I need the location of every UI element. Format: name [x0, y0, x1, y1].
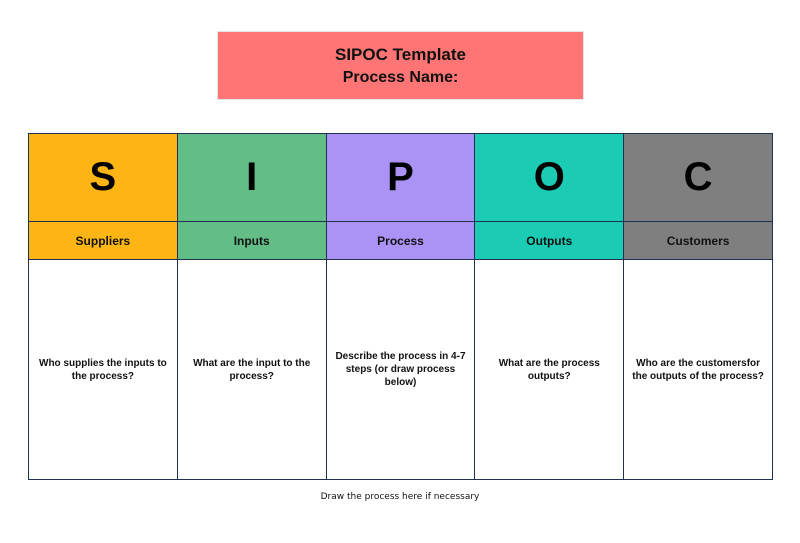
letter-cell-outputs[interactable]: O [474, 133, 625, 222]
process-name-label: Process Name: [342, 69, 459, 86]
label-cell-suppliers[interactable]: Suppliers [28, 221, 178, 260]
label-cell-process[interactable]: Process [325, 221, 476, 260]
label-cell-customers[interactable]: Customers [623, 221, 773, 260]
question-cell-process[interactable]: Describe the process in 4-7 steps (or dr… [325, 259, 476, 480]
template-title: SIPOC Template [335, 45, 466, 64]
draw-process-note: Draw the process here if necessary [320, 492, 480, 502]
letter-cell-process[interactable]: P [325, 133, 476, 222]
questions-row: Who supplies the inputs to the process? … [28, 259, 773, 480]
label-cell-inputs[interactable]: Inputs [176, 221, 327, 260]
question-cell-suppliers[interactable]: Who supplies the inputs to the process? [28, 259, 178, 480]
title-box: SIPOC Template Process Name: [217, 31, 584, 100]
label-cell-outputs[interactable]: Outputs [474, 221, 625, 260]
question-cell-inputs[interactable]: What are the input to the process? [176, 259, 327, 480]
letter-cell-inputs[interactable]: I [176, 133, 327, 222]
question-cell-outputs[interactable]: What are the process outputs? [474, 259, 625, 480]
letters-row: S I P O C [28, 133, 773, 222]
question-cell-customers[interactable]: Who are the customersfor the outputs of … [623, 259, 773, 480]
labels-row: Suppliers Inputs Process Outputs Custome… [28, 221, 773, 260]
letter-cell-customers[interactable]: C [623, 133, 773, 222]
sipoc-table: S I P O C Suppliers Inputs Process Outpu… [28, 133, 773, 480]
letter-cell-suppliers[interactable]: S [28, 133, 178, 222]
